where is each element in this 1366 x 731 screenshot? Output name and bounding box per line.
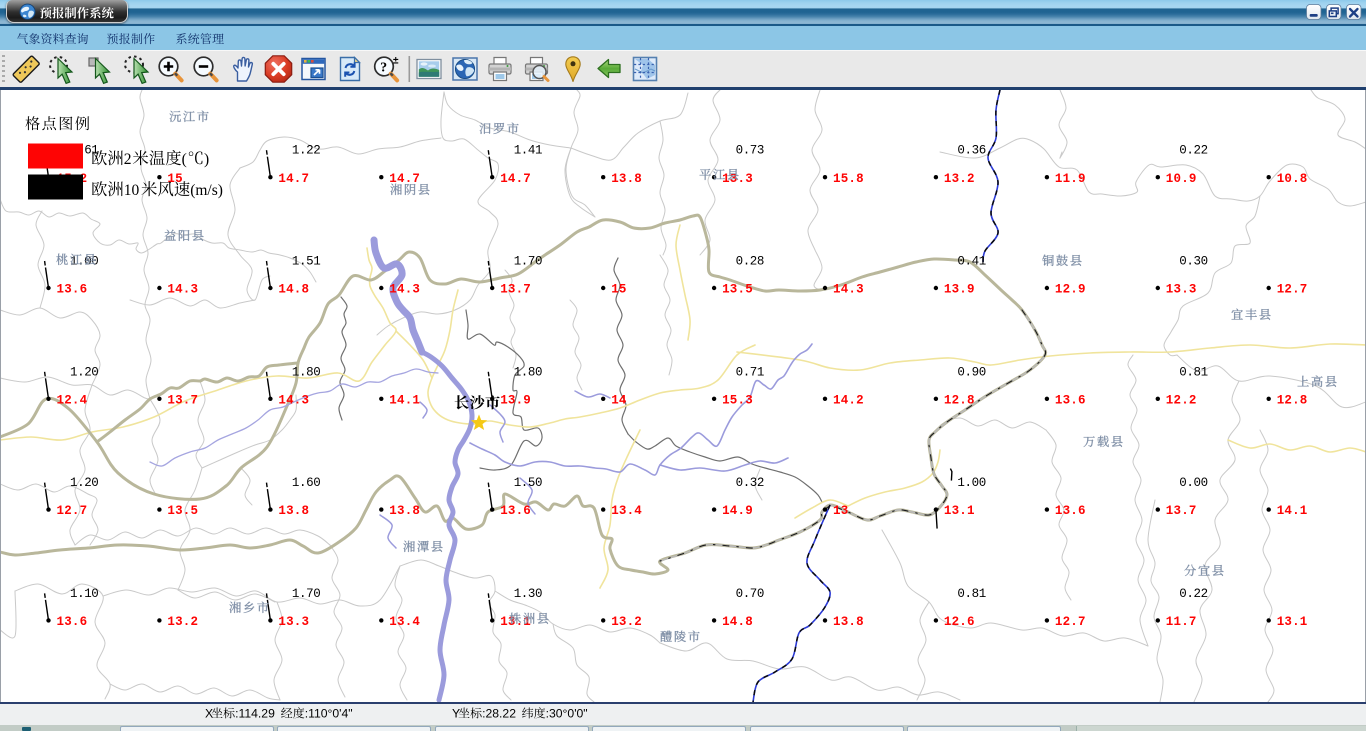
svg-text:?: ? bbox=[380, 61, 387, 76]
svg-text:1.51: 1.51 bbox=[292, 255, 320, 269]
svg-text:13.2: 13.2 bbox=[944, 172, 975, 186]
svg-text:14.7: 14.7 bbox=[500, 172, 531, 186]
svg-text:10.9: 10.9 bbox=[1166, 172, 1197, 186]
svg-text:0.00: 0.00 bbox=[1179, 476, 1207, 490]
svg-text:15.3: 15.3 bbox=[722, 393, 753, 407]
svg-text::28.22: :28.22 bbox=[482, 707, 516, 721]
svg-text:13.6: 13.6 bbox=[1055, 504, 1086, 518]
svg-text:13.6: 13.6 bbox=[57, 615, 88, 629]
svg-text:13.8: 13.8 bbox=[389, 504, 420, 518]
svg-text:13.3: 13.3 bbox=[1166, 283, 1197, 297]
svg-text:15: 15 bbox=[611, 283, 626, 297]
svg-text:0.28: 0.28 bbox=[736, 255, 764, 269]
svg-text:1.80: 1.80 bbox=[514, 365, 542, 379]
svg-text:1.70: 1.70 bbox=[292, 587, 320, 601]
svg-text:1.00: 1.00 bbox=[957, 476, 985, 490]
svg-text:1.70: 1.70 bbox=[514, 255, 542, 269]
svg-text:13.8: 13.8 bbox=[278, 504, 309, 518]
svg-text:0.41: 0.41 bbox=[957, 255, 985, 269]
svg-text:13.6: 13.6 bbox=[500, 504, 531, 518]
svg-text:0.22: 0.22 bbox=[1179, 144, 1207, 158]
svg-text:13.4: 13.4 bbox=[611, 504, 642, 518]
svg-text:13.6: 13.6 bbox=[57, 283, 88, 297]
svg-text:14.9: 14.9 bbox=[722, 504, 753, 518]
svg-text:11.7: 11.7 bbox=[1166, 615, 1197, 629]
svg-text:0.30: 0.30 bbox=[1179, 255, 1207, 269]
svg-text:0.73: 0.73 bbox=[736, 144, 764, 158]
svg-text:14.3: 14.3 bbox=[389, 283, 420, 297]
svg-text:12.6: 12.6 bbox=[944, 615, 975, 629]
svg-text:12.8: 12.8 bbox=[1277, 393, 1308, 407]
svg-text:14.1: 14.1 bbox=[389, 393, 420, 407]
svg-text:13.7: 13.7 bbox=[167, 393, 198, 407]
svg-text:1.20: 1.20 bbox=[70, 476, 98, 490]
svg-text:13: 13 bbox=[833, 504, 848, 518]
svg-text:12.9: 12.9 bbox=[1055, 283, 1086, 297]
svg-text:12.2: 12.2 bbox=[1166, 393, 1197, 407]
svg-text:13.9: 13.9 bbox=[500, 393, 531, 407]
svg-text:0.81: 0.81 bbox=[1179, 365, 1207, 379]
svg-text:12.7: 12.7 bbox=[1277, 283, 1308, 297]
svg-text:14.2: 14.2 bbox=[833, 393, 864, 407]
svg-text:14: 14 bbox=[611, 393, 627, 407]
svg-text:11.9: 11.9 bbox=[1055, 172, 1086, 186]
svg-text:): ) bbox=[204, 151, 209, 168]
svg-text:14.7: 14.7 bbox=[389, 172, 420, 186]
svg-text:0.70: 0.70 bbox=[736, 587, 764, 601]
svg-text:13.7: 13.7 bbox=[1166, 504, 1197, 518]
svg-text:13.8: 13.8 bbox=[833, 615, 864, 629]
svg-text:0.90: 0.90 bbox=[957, 365, 985, 379]
svg-text:14.3: 14.3 bbox=[278, 393, 309, 407]
svg-text:13.2: 13.2 bbox=[611, 615, 642, 629]
svg-text:13.6: 13.6 bbox=[1055, 393, 1086, 407]
svg-text:1.80: 1.80 bbox=[292, 365, 320, 379]
svg-text:13.5: 13.5 bbox=[167, 504, 198, 518]
svg-text:1.30: 1.30 bbox=[514, 587, 542, 601]
svg-text:12.7: 12.7 bbox=[1055, 615, 1086, 629]
svg-text:(m/s): (m/s) bbox=[190, 182, 223, 199]
svg-text:±: ± bbox=[393, 56, 399, 67]
svg-text:1.20: 1.20 bbox=[70, 365, 98, 379]
svg-text::30°0'0": :30°0'0" bbox=[546, 707, 588, 721]
svg-text:13.3: 13.3 bbox=[278, 615, 309, 629]
svg-text:13.9: 13.9 bbox=[944, 283, 975, 297]
svg-text:14.8: 14.8 bbox=[722, 615, 753, 629]
svg-text:12.7: 12.7 bbox=[57, 504, 88, 518]
svg-text:13.4: 13.4 bbox=[389, 615, 420, 629]
svg-text:13.1: 13.1 bbox=[500, 615, 531, 629]
svg-text:15.8: 15.8 bbox=[833, 172, 864, 186]
svg-text:1.10: 1.10 bbox=[70, 587, 98, 601]
svg-text::114.29: :114.29 bbox=[235, 707, 275, 721]
svg-text:2: 2 bbox=[124, 151, 132, 168]
svg-text:13.8: 13.8 bbox=[611, 172, 642, 186]
svg-text:12.8: 12.8 bbox=[944, 393, 975, 407]
svg-text:0.36: 0.36 bbox=[957, 144, 985, 158]
svg-text:1.50: 1.50 bbox=[514, 476, 542, 490]
svg-text:13.7: 13.7 bbox=[500, 283, 531, 297]
svg-text:14.8: 14.8 bbox=[278, 283, 309, 297]
svg-text:13.1: 13.1 bbox=[1277, 615, 1308, 629]
svg-text:14.7: 14.7 bbox=[278, 172, 309, 186]
svg-text:0.22: 0.22 bbox=[1179, 587, 1207, 601]
svg-text:13.5: 13.5 bbox=[722, 283, 753, 297]
svg-text:0.81: 0.81 bbox=[957, 587, 985, 601]
svg-text::110°0'4": :110°0'4" bbox=[305, 707, 353, 721]
svg-text:10.8: 10.8 bbox=[1277, 172, 1308, 186]
svg-text:0.71: 0.71 bbox=[736, 365, 764, 379]
svg-text:1.22: 1.22 bbox=[292, 144, 320, 158]
svg-text:13.1: 13.1 bbox=[944, 504, 975, 518]
svg-text:10: 10 bbox=[124, 182, 140, 199]
svg-text:13.2: 13.2 bbox=[167, 615, 198, 629]
svg-text:12.4: 12.4 bbox=[57, 393, 88, 407]
svg-text:14.1: 14.1 bbox=[1277, 504, 1308, 518]
svg-text:14.3: 14.3 bbox=[167, 283, 198, 297]
svg-text:(: ( bbox=[182, 151, 187, 168]
svg-text:0.32: 0.32 bbox=[736, 476, 764, 490]
svg-text:14.3: 14.3 bbox=[833, 283, 864, 297]
svg-text:1.60: 1.60 bbox=[292, 476, 320, 490]
svg-text:1.41: 1.41 bbox=[514, 144, 542, 158]
